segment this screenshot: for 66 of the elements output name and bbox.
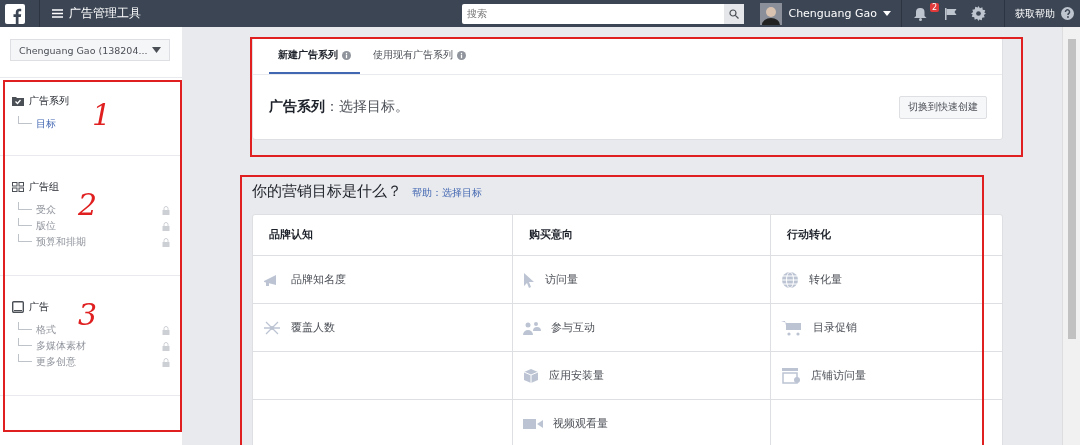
objective-option[interactable]: 应用安装量 — [548, 368, 604, 383]
caret-icon — [152, 47, 161, 53]
storefront-icon — [781, 366, 802, 385]
network-icon — [263, 319, 281, 336]
objective-option[interactable]: 视频观看量 — [552, 416, 608, 431]
column-heading: 购买意向 — [528, 228, 573, 242]
lock-icon — [162, 325, 170, 335]
search-input[interactable]: 搜索 — [462, 8, 725, 19]
annotation-number: 3 — [78, 300, 98, 330]
menu-icon[interactable] — [52, 9, 63, 18]
scrollbar[interactable] — [1067, 39, 1076, 339]
logo-icon[interactable] — [5, 3, 25, 24]
lock-icon — [162, 205, 170, 215]
grid-icon — [12, 182, 24, 192]
tab[interactable]: 使用现有广告系列 — [364, 38, 475, 74]
notification-badge: 2 — [929, 2, 939, 12]
lock-icon — [162, 341, 170, 351]
search-button[interactable] — [724, 3, 745, 24]
bell-icon — [914, 6, 927, 21]
annotation-number: 2 — [78, 190, 98, 220]
quick-create-button[interactable]: 切换到快速创建 — [899, 95, 987, 119]
objective-option[interactable]: 目录促销 — [813, 320, 858, 335]
section-title: 广告系列 — [29, 94, 69, 108]
section-title: 广告 — [29, 300, 49, 314]
objective-option[interactable]: 转化量 — [809, 272, 843, 287]
video-camera-icon — [522, 417, 543, 430]
lock-icon — [162, 237, 170, 247]
step-link[interactable]: 目标 — [36, 117, 56, 131]
notifications-button[interactable] — [914, 6, 927, 21]
search-icon — [729, 8, 740, 19]
section-heading: 你的营销目标是什么？ — [252, 182, 402, 201]
account-dropdown[interactable]: Chenguang Gao (138204... — [10, 39, 170, 61]
objective-option[interactable]: 品牌知名度 — [291, 272, 346, 287]
lock-icon — [162, 357, 170, 367]
column-heading: 行动转化 — [787, 228, 832, 242]
settings-button[interactable] — [971, 6, 986, 21]
avatar-icon — [760, 2, 783, 25]
objective-option[interactable]: 覆盖人数 — [291, 320, 335, 335]
search-field[interactable]: 搜索 — [462, 3, 745, 24]
help-icon — [1061, 7, 1074, 20]
flag-button[interactable] — [945, 7, 957, 20]
annotation-number: 1 — [92, 100, 112, 130]
tablet-icon — [12, 301, 24, 313]
flag-icon — [945, 7, 957, 20]
settings-icon — [971, 6, 986, 21]
info-icon — [457, 50, 466, 60]
globe-icon — [781, 270, 800, 289]
objective-option[interactable]: 访问量 — [544, 272, 578, 287]
info-icon — [342, 50, 351, 60]
user-menu[interactable]: Chenguang Gao — [756, 2, 895, 25]
objective-option[interactable]: 店铺访问量 — [811, 368, 867, 383]
section-title: 广告组 — [29, 180, 59, 194]
cube-icon — [522, 367, 539, 384]
campaign-objective-text: 广告系列：选择目标。 — [269, 98, 409, 116]
tab[interactable]: 新建广告系列 — [269, 38, 360, 74]
help-link[interactable]: 帮助：选择目标 — [412, 187, 482, 200]
lock-icon — [162, 221, 170, 231]
objective-option[interactable]: 参与互动 — [550, 320, 595, 335]
app-title: 广告管理工具 — [69, 5, 141, 22]
cursor-icon — [522, 271, 535, 288]
people-icon — [522, 319, 541, 336]
folder-check-icon — [12, 96, 24, 106]
caret-icon — [883, 11, 891, 16]
column-heading: 品牌认知 — [269, 228, 313, 242]
help-button[interactable]: 获取帮助 — [1011, 6, 1078, 21]
cart-icon — [781, 319, 804, 336]
